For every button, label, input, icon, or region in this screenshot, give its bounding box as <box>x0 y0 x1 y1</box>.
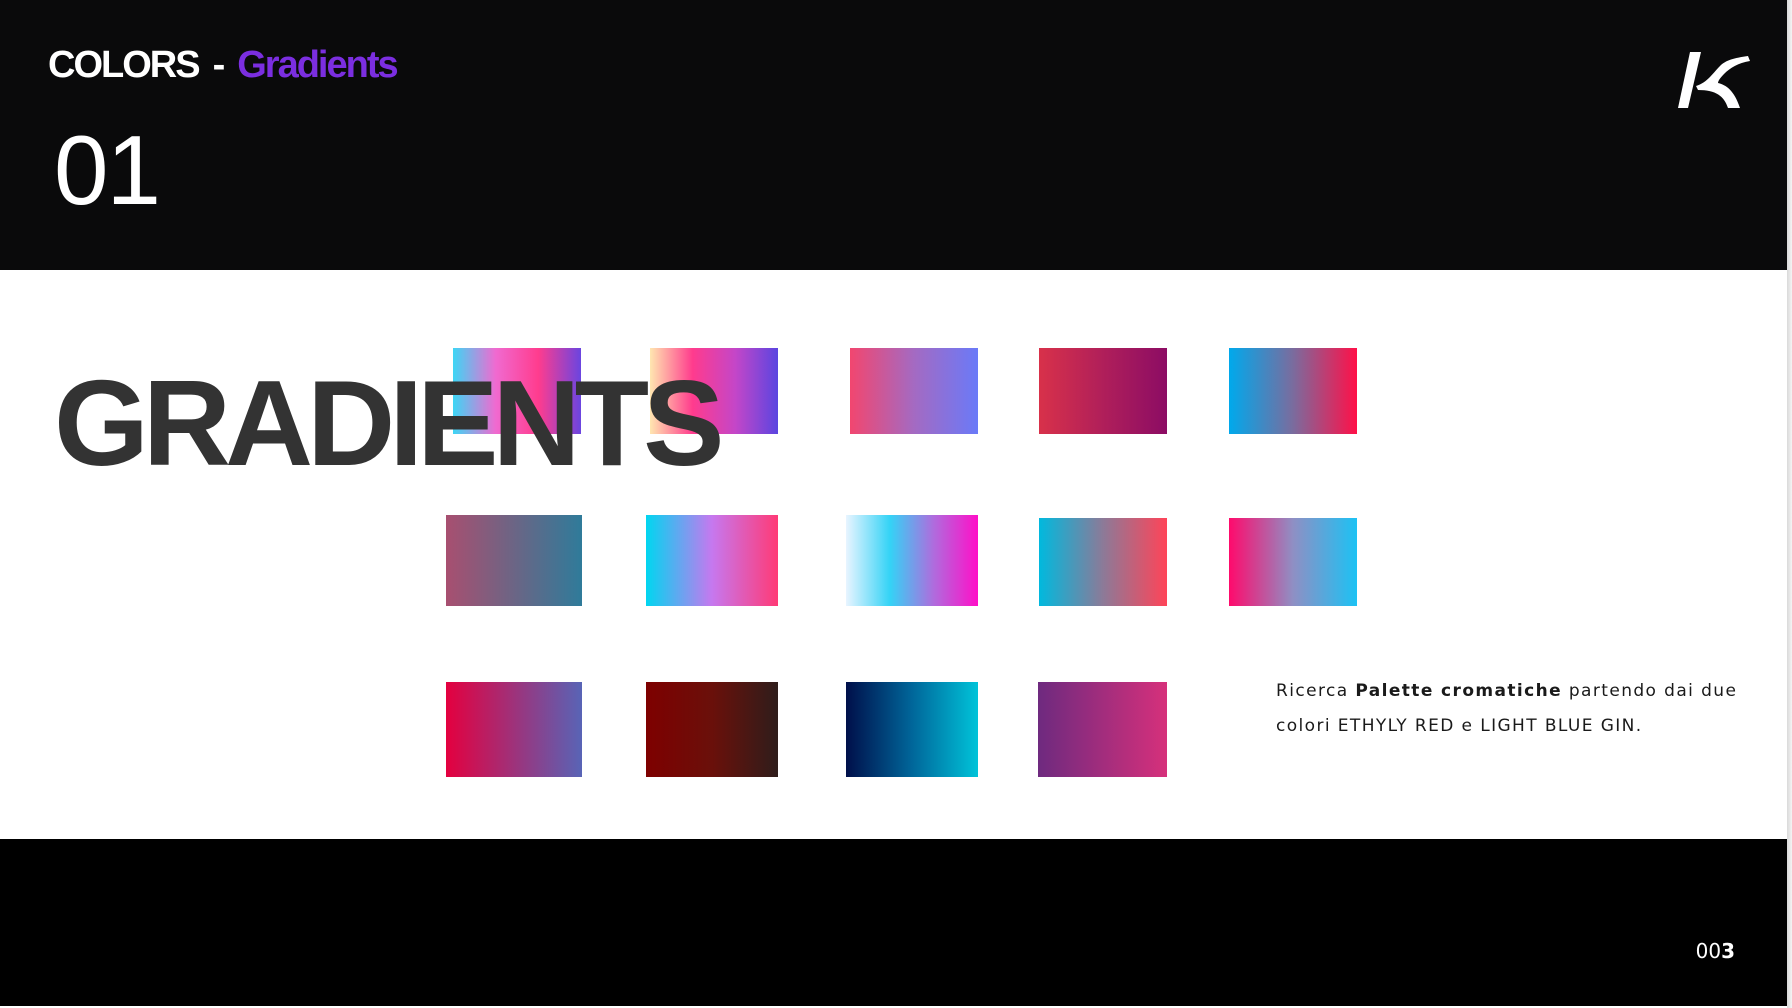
footer-band: 003 <box>0 839 1787 1006</box>
brand-logo-icon <box>1678 52 1750 108</box>
description-pre: Ricerca <box>1276 681 1356 701</box>
gradient-swatch <box>1038 682 1167 777</box>
header-band: COLORS - Gradients 01 <box>0 0 1787 270</box>
title-accent: Gradients <box>237 44 398 86</box>
gradient-swatch <box>846 515 978 606</box>
gradient-swatch <box>446 515 582 606</box>
gradient-swatch <box>646 515 778 606</box>
gradient-swatch <box>846 682 978 777</box>
page-number-bold: 3 <box>1721 939 1735 963</box>
description-bold: Palette cromatiche <box>1355 681 1563 701</box>
title-main: COLORS <box>48 44 201 86</box>
gradient-swatch <box>1039 348 1167 434</box>
slide: COLORS - Gradients 01 GRADIENTS Ricerca Pa… <box>0 0 1787 1006</box>
gradient-swatch <box>1039 518 1167 606</box>
gradient-swatch <box>850 348 978 434</box>
section-number: 01 <box>54 115 161 225</box>
description-text: Ricerca Palette cromatiche partendo dai … <box>1276 674 1746 744</box>
gradient-swatch <box>1229 348 1357 434</box>
page-title: COLORS - Gradients <box>48 42 399 88</box>
section-heading: GRADIENTS <box>54 355 724 491</box>
gradient-swatch <box>1229 518 1357 606</box>
title-separator: - <box>212 44 226 86</box>
window-edge <box>1787 0 1792 1008</box>
page-number: 003 <box>1696 939 1735 963</box>
gradient-swatch <box>446 682 582 777</box>
page-number-prefix: 00 <box>1695 939 1722 963</box>
gradient-swatch <box>646 682 778 777</box>
